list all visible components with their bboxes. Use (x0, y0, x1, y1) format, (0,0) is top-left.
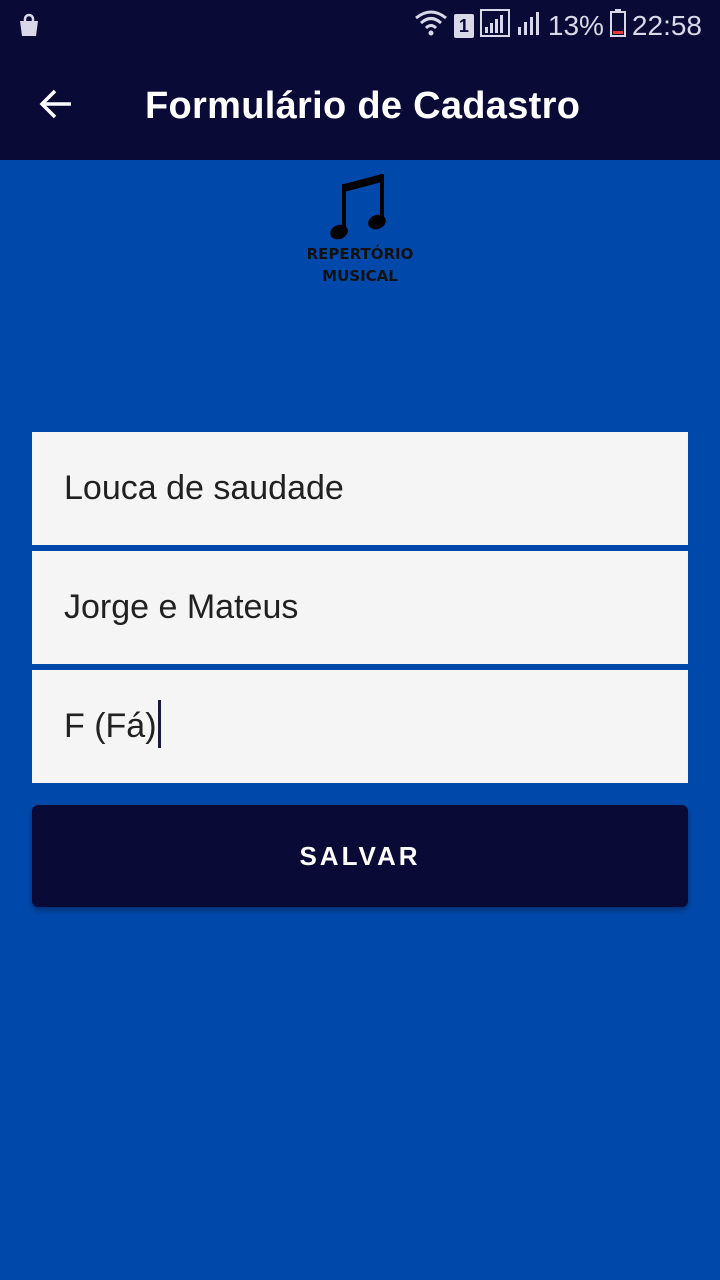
app-bar: Formulário de Cadastro (0, 52, 720, 160)
logo-text-line2: MUSICAL (322, 267, 398, 285)
page-title: Formulário de Cadastro (145, 85, 581, 127)
key-input[interactable]: F (Fá) (64, 707, 157, 745)
wifi-icon (414, 8, 448, 45)
status-icons: 1 13% 22:58 (414, 0, 702, 52)
save-button[interactable]: SALVAR (32, 805, 688, 907)
text-cursor (157, 700, 161, 749)
artist-input[interactable]: Jorge e Mateus (32, 551, 688, 664)
shopping-bag-icon (16, 12, 42, 38)
music-note-icon (280, 172, 440, 244)
signal-icon (516, 9, 542, 44)
battery-icon (609, 8, 626, 44)
song-name-field[interactable]: Louca de saudade (32, 432, 688, 545)
logo-text-line1: REPERTÓRIO (306, 245, 414, 263)
arrow-left-icon (38, 86, 74, 127)
clock: 22:58 (631, 10, 702, 41)
key-field[interactable]: F (Fá) (32, 670, 688, 783)
status-bar: 1 13% 22:58 (0, 0, 720, 52)
artist-field[interactable]: Jorge e Mateus (32, 551, 688, 664)
battery-percent: 13% (547, 10, 604, 41)
back-button[interactable] (26, 76, 86, 136)
sim-icon: 1 (453, 14, 474, 38)
song-name-input[interactable]: Louca de saudade (32, 432, 688, 545)
signal-icon (479, 8, 510, 44)
key-input-wrapper[interactable]: F (Fá) (32, 670, 688, 783)
app-logo: REPERTÓRIO MUSICAL (280, 172, 440, 302)
